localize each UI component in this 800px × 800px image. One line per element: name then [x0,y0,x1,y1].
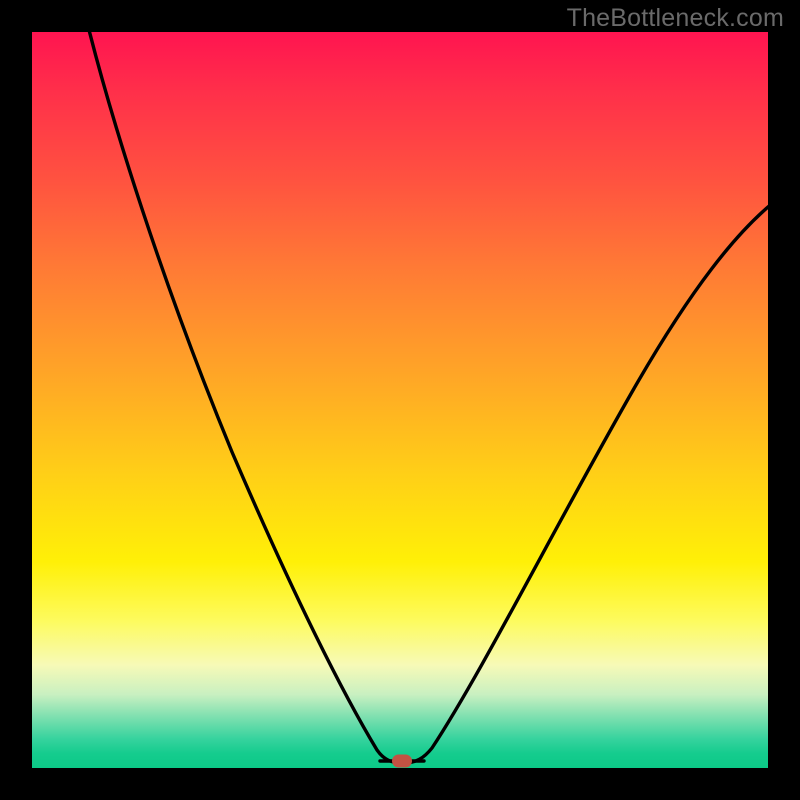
optimum-marker [392,755,412,768]
plot-area [32,32,768,768]
watermark-text: TheBottleneck.com [567,4,784,33]
chart-frame: TheBottleneck.com [0,0,800,800]
bottleneck-curve [32,32,768,768]
